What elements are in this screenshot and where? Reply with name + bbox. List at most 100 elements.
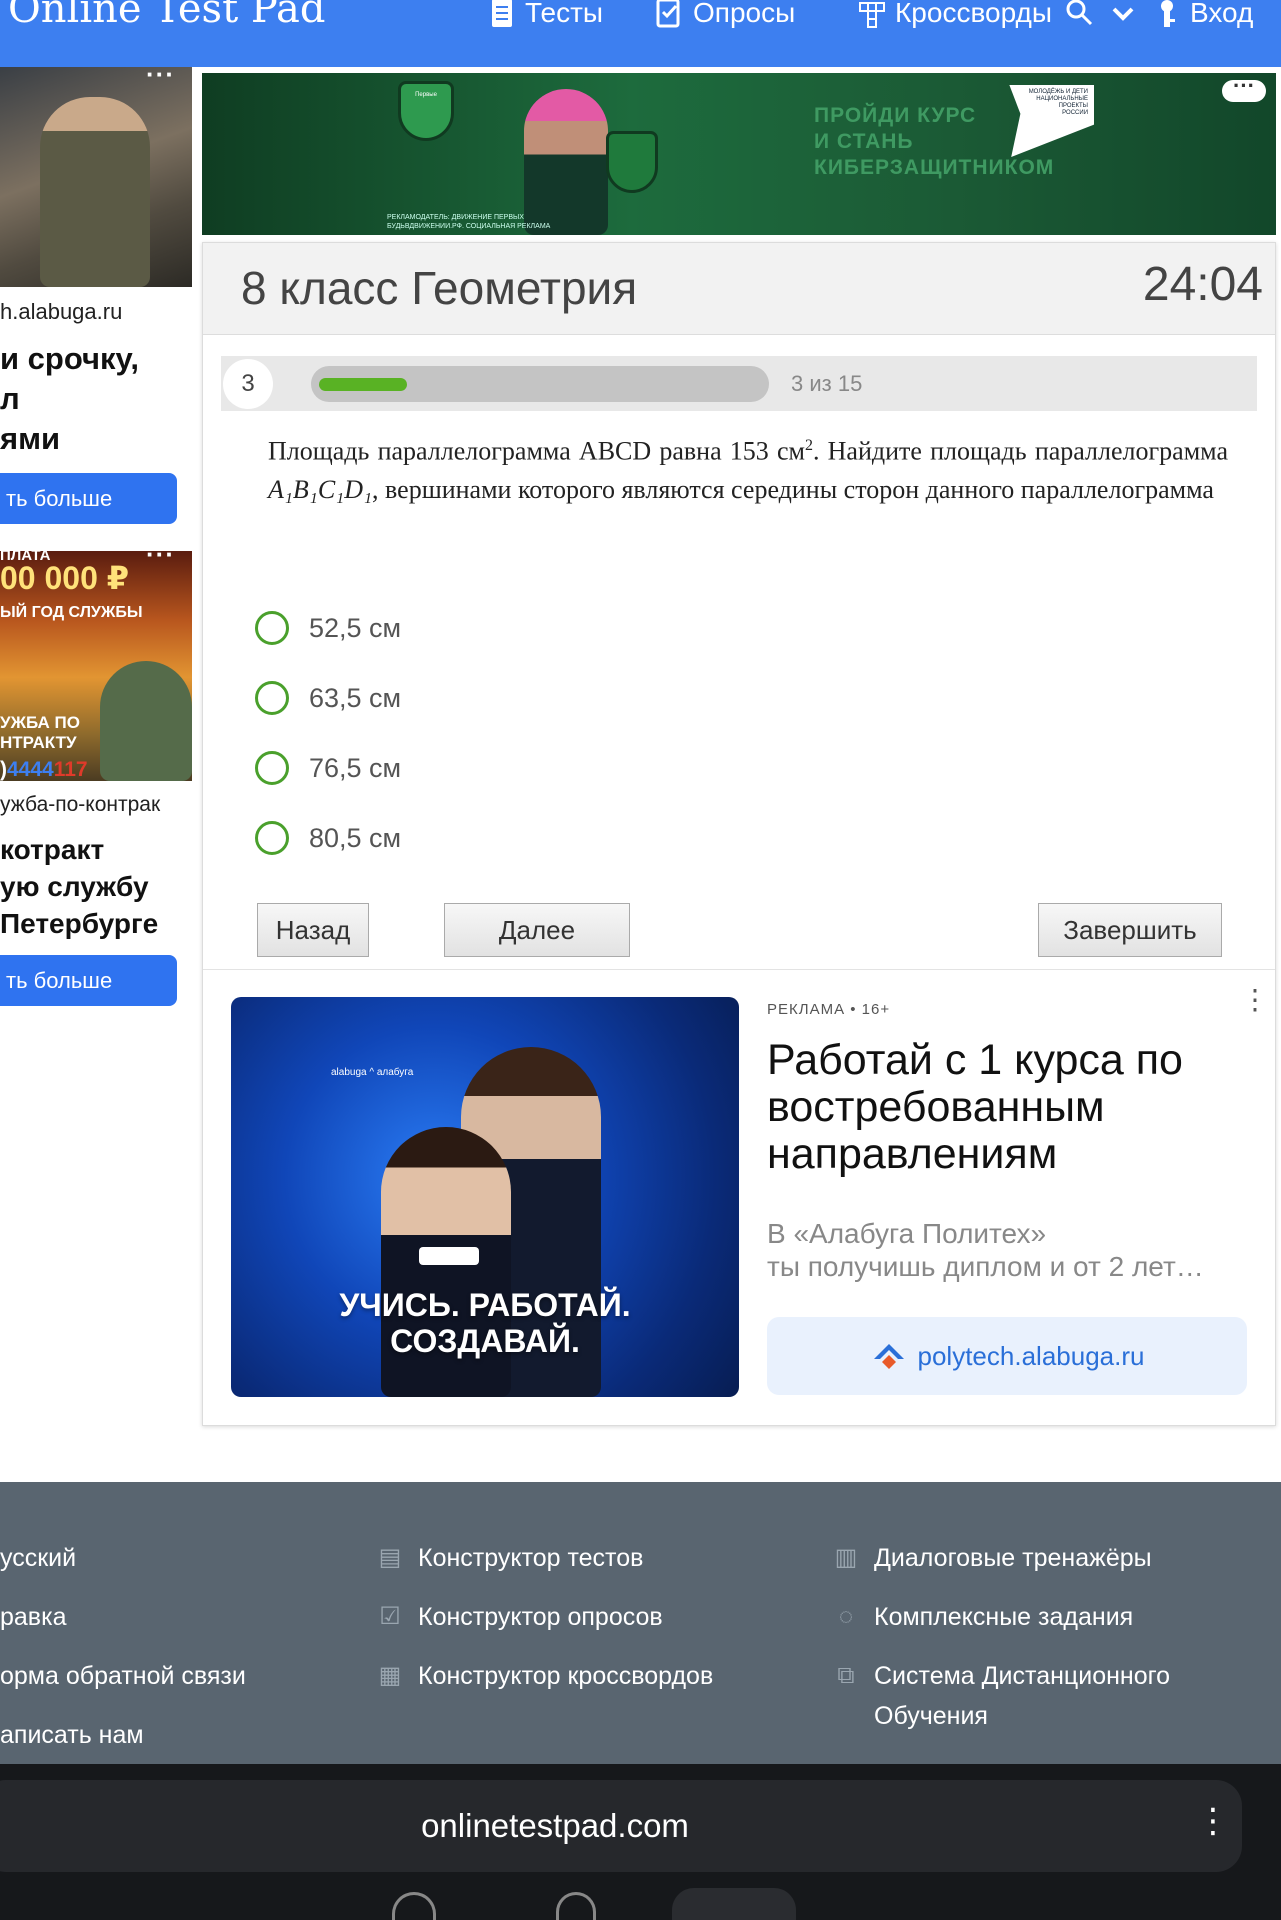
shield-icon (606, 131, 658, 193)
ad2-image[interactable]: ПЛАТА 00 000 ₽ ЫЙ ГОД СЛУЖБЫ УЖБА ПО НТР… (0, 551, 192, 781)
top-ad-banner[interactable]: Первые ПРОЙДИ КУРС И СТАНЬ КИБЕРЗАЩИТНИК… (202, 73, 1276, 235)
footer-link[interactable]: усский (0, 1538, 76, 1578)
finish-button[interactable]: Завершить (1038, 903, 1222, 957)
ad-slogan-line: УЧИСЬ. РАБОТАЙ. (339, 1287, 631, 1323)
footer-link-complex[interactable]: ◌ Комплексные задания (830, 1597, 1133, 1637)
chevron-down-icon (1112, 7, 1134, 21)
polytech-logo-icon (873, 1344, 904, 1369)
alabuga-logo: alabuga ^ алабуга (331, 1067, 414, 1078)
ad2-headline[interactable]: котракт ую службу Петербурге (0, 831, 158, 942)
nav-tests-label: Тесты (525, 0, 604, 28)
logo-line: МОЛОДЁЖЬ И ДЕТИ (1028, 89, 1088, 95)
helmet-figure (100, 661, 192, 781)
question-part: . Найдите площадь параллелограмма (812, 436, 1228, 466)
soldier-figure (40, 97, 150, 287)
footer-link[interactable]: орма обратной связи (0, 1656, 246, 1696)
answer-label: 52,5 см (309, 612, 402, 643)
nav-polls-label: Опросы (693, 0, 796, 28)
back-button[interactable]: Назад (257, 903, 369, 957)
login-button[interactable]: Вход (1152, 0, 1253, 29)
test-header: 8 класс Геометрия 24:04 (203, 243, 1275, 335)
question-number: 3 (223, 359, 273, 409)
ad2-sum-text: 00 000 ₽ (0, 560, 130, 596)
banner-menu-icon[interactable]: ··· (1222, 75, 1266, 102)
ad2-headline-line: Петербурге (0, 908, 159, 939)
test-doc-icon (492, 0, 512, 27)
test-card: 8 класс Геометрия 24:04 3 3 из 15 Площад… (202, 242, 1276, 1426)
answer-option[interactable]: 63,5 см (255, 681, 401, 715)
banner-disclaimer: РЕКЛАМОДАТЕЛЬ: ДВИЖЕНИЕ ПЕРВЫХ БУДЬВДВИЖ… (387, 213, 550, 231)
progress-bar (311, 366, 769, 402)
ad-more-vertical-icon[interactable]: ⋮ (1241, 986, 1269, 1014)
divider (203, 969, 1275, 970)
login-label: Вход (1190, 0, 1254, 28)
search-button[interactable] (1064, 0, 1094, 29)
ad-slogan: УЧИСЬ. РАБОТАЙ. СОЗДАВАЙ. (231, 1287, 739, 1359)
ad2-phone-part: 4444 (7, 758, 54, 781)
footer-link[interactable]: аписать нам (0, 1715, 144, 1755)
answer-label: 76,5 см (309, 752, 402, 783)
ad-title[interactable]: Работай с 1 курса по востребованным напр… (767, 1037, 1247, 1178)
home-icon[interactable] (556, 1892, 596, 1920)
ad-link-button[interactable]: polytech.alabuga.ru (767, 1317, 1247, 1395)
footer-link-polls[interactable]: ☑ Конструктор опросов (374, 1597, 662, 1637)
answer-option[interactable]: 52,5 см (255, 611, 401, 645)
ad2-learn-more-button[interactable]: ть больше (0, 955, 177, 1006)
answer-option[interactable]: 76,5 см (255, 751, 401, 785)
nav-polls[interactable]: Опросы (655, 0, 795, 29)
ad1-menu-icon[interactable]: ··· (146, 67, 175, 87)
test-doc-icon: ▤ (378, 1544, 402, 1571)
question-text: Площадь параллелограмма ABCD равна 153 с… (268, 427, 1228, 509)
ad2-menu-icon[interactable]: ··· (146, 551, 175, 567)
question-superscript: 2 (804, 437, 813, 454)
ad1-headline-line: ями (0, 421, 61, 456)
answer-option[interactable]: 80,5 см (255, 821, 401, 855)
radio-button[interactable] (255, 751, 289, 785)
nav-crosswords[interactable]: Кроссворды (857, 0, 1052, 29)
footer-link-trainers[interactable]: ▥ Диалоговые тренажёры (830, 1538, 1152, 1578)
disclaimer-line: РЕКЛАМОДАТЕЛЬ: ДВИЖЕНИЕ ПЕРВЫХ (387, 214, 524, 221)
ad1-learn-more-button[interactable]: ть больше (0, 473, 177, 524)
ad2-mid-line: НТРАКТУ (0, 733, 77, 752)
dropdown-button[interactable] (1108, 0, 1138, 29)
ad2-phone-part: ) (0, 758, 7, 781)
footer-link-crosswords[interactable]: ▦ Конструктор кроссвордов (374, 1656, 714, 1696)
more-vertical-icon[interactable]: ⋮ (1196, 1804, 1230, 1838)
left-ad-column: ··· h.alabuga.ru и срочку, л ями ть боль… (0, 67, 192, 1017)
app-root: { "header": { "logo": "Online Test Pad",… (0, 0, 1281, 1920)
crossword-icon (859, 2, 885, 28)
native-ad-image[interactable]: alabuga ^ алабуга УЧИСЬ. РАБОТАЙ. СОЗДАВ… (231, 997, 739, 1397)
progress-row: 3 3 из 15 (221, 356, 1257, 411)
site-logo[interactable]: Online Test Pad (8, 0, 325, 32)
footer-link[interactable]: равка (0, 1597, 66, 1637)
url-text[interactable]: onlinetestpad.com (0, 1780, 1130, 1872)
radio-button[interactable] (255, 821, 289, 855)
ad-description: В «Алабуга Политех» ты получишь диплом и… (767, 1217, 1247, 1283)
ad1-image[interactable]: ··· (0, 67, 192, 287)
tabs-button[interactable] (672, 1888, 796, 1920)
footer-link-label: Системa Дистанционного Обучения (874, 1656, 1170, 1736)
radio-button[interactable] (255, 681, 289, 715)
back-nav-icon[interactable] (392, 1892, 436, 1920)
site-footer: усский равка орма обратной связи аписать… (0, 1482, 1281, 1764)
timer: 24:04 (1142, 258, 1263, 311)
radio-button[interactable] (255, 611, 289, 645)
nav-tests[interactable]: Тесты (487, 0, 603, 29)
ad1-headline[interactable]: и срочку, л ями (0, 339, 139, 459)
ad-collar (419, 1247, 479, 1265)
question-part: Площадь параллелограмма ABCD равна 153 с… (268, 436, 805, 466)
footer-link-tests[interactable]: ▤ Конструктор тестов (374, 1538, 644, 1578)
footer-link-lms[interactable]: ⧉ Системa Дистанционного Обучения (830, 1656, 1170, 1736)
clipboard-icon: ▥ (834, 1544, 858, 1571)
address-bar[interactable]: onlinetestpad.com (0, 1780, 1242, 1872)
footer-link-line: Системa Дистанционного (874, 1662, 1171, 1690)
answer-label: 80,5 см (309, 822, 402, 853)
ad1-headline-line: и срочку, (0, 341, 140, 376)
footer-link-label: Конструктор тестов (418, 1544, 644, 1572)
browser-bottom-bar: onlinetestpad.com ⋮ (0, 1764, 1281, 1920)
ad2-sub-text: ЫЙ ГОД СЛУЖБЫ (0, 604, 143, 621)
question-vertices: A₁B₁C₁D₁ (268, 474, 373, 504)
disclaimer-line: БУДЬВДВИЖЕНИИ.РФ. СОЦИАЛЬНАЯ РЕКЛАМА (387, 223, 551, 230)
logo-line: ПРОЕКТЫ (1058, 103, 1088, 109)
next-button[interactable]: Далее (444, 903, 630, 957)
